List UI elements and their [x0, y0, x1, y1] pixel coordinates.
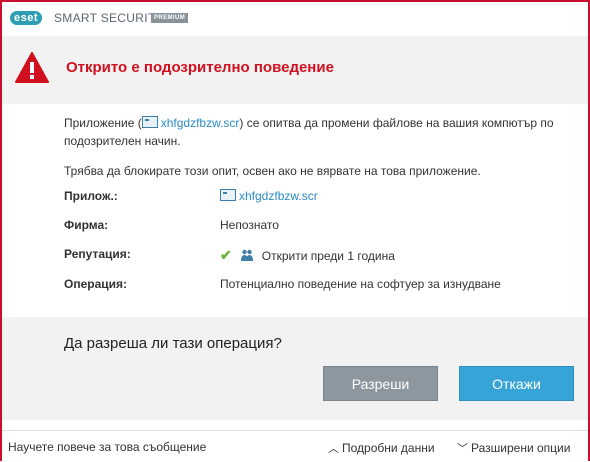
detail-label-operation: Операция:	[64, 277, 128, 291]
advanced-options-label: Разширени опции	[471, 441, 571, 455]
detail-label-reputation: Репутация:	[64, 247, 131, 261]
users-icon	[240, 249, 253, 261]
message-prefix: Приложение (	[64, 116, 142, 130]
message-paragraph-1: Приложение (xhfgdzfbzw.scr) се опитва да…	[64, 114, 574, 150]
footer: Научете повече за това съобщение ︿ Подроб…	[2, 430, 588, 462]
product-name: SMART SECURITY	[54, 11, 164, 25]
allow-button[interactable]: Разреши	[323, 366, 438, 401]
detail-row-application: Прилож.: xhfgdzfbzw.scr	[64, 189, 564, 207]
alert-window: eset SMART SECURITY PREMIUM Открито е по…	[0, 0, 590, 462]
detail-row-reputation: Репутация: ✔ Открити преди 1 година	[64, 247, 564, 265]
warning-triangle-icon	[15, 52, 49, 83]
detail-row-operation: Операция: Потенциално поведение на софту…	[64, 277, 564, 295]
detail-value-operation: Потенциално поведение на софтуер за изну…	[220, 277, 501, 291]
title-bar: eset SMART SECURITY PREMIUM	[2, 2, 588, 36]
application-file-link[interactable]: xhfgdzfbzw.scr	[239, 189, 318, 203]
chevron-down-icon: ﹀	[457, 443, 468, 455]
checkmark-icon: ✔	[220, 247, 232, 263]
details-toggle-label: Подробни данни	[342, 441, 435, 455]
detail-label-company: Фирма:	[64, 218, 109, 232]
eset-logo: eset	[10, 11, 43, 25]
detail-value-reputation: ✔ Открити преди 1 година	[220, 247, 395, 264]
detail-value-application: xhfgdzfbzw.scr	[220, 189, 318, 203]
reputation-text: Открити преди 1 година	[261, 249, 395, 263]
message-file-link[interactable]: xhfgdzfbzw.scr	[161, 116, 240, 130]
edition-badge: PREMIUM	[151, 13, 189, 23]
advanced-options-toggle[interactable]: ﹀ Разширени опции	[457, 440, 570, 456]
chevron-up-icon: ︿	[328, 443, 339, 455]
allow-question: Да разреша ли тази операция?	[64, 335, 282, 352]
deny-button[interactable]: Откажи	[459, 366, 574, 401]
company-link[interactable]: Непознато	[220, 218, 279, 232]
file-icon	[141, 116, 158, 128]
detail-row-company: Фирма: Непознато	[64, 218, 564, 236]
learn-more-link[interactable]: Научете повече за това съобщение	[8, 440, 206, 454]
message-paragraph-2: Трябва да блокирате този опит, освен ако…	[64, 164, 481, 178]
alert-heading: Открито е подозрително поведение	[66, 59, 334, 76]
details-toggle[interactable]: ︿ Подробни данни	[328, 440, 435, 456]
file-icon	[220, 189, 236, 201]
detail-label-application: Прилож.:	[64, 189, 118, 203]
